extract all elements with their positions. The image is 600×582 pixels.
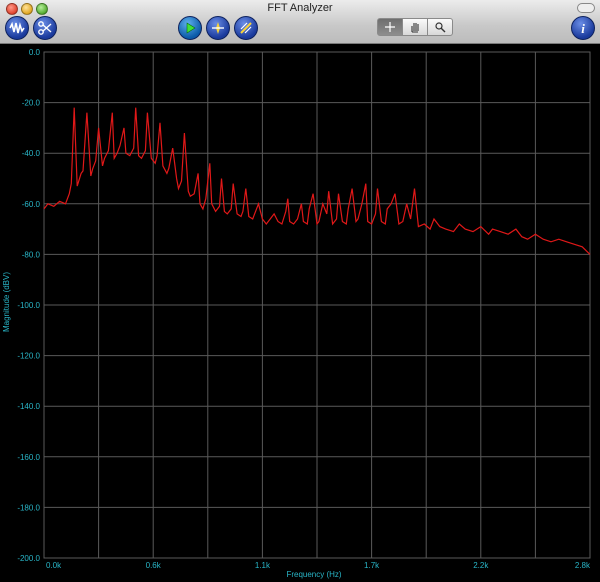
- tick-labels: 0.0 -20.0 -40.0 -60.0 -80.0 -100.0 -120.0 -140.…: [17, 48, 591, 570]
- info-icon: i: [581, 21, 585, 36]
- y-tick-label: -60.0: [22, 200, 41, 209]
- title-bar: FFT Analyzer i: [0, 0, 600, 44]
- zoom-tool[interactable]: [427, 18, 453, 36]
- play-icon: [186, 22, 196, 34]
- y-axis-label: Magnitude (dBV): [2, 272, 11, 332]
- hand-icon: [411, 23, 419, 33]
- crosshair-icon: [385, 22, 395, 32]
- window-title: FFT Analyzer: [267, 2, 333, 14]
- crosshair-target-icon: [212, 22, 224, 34]
- x-tick-label: 2.2k: [473, 561, 489, 570]
- sweep-button[interactable]: [234, 16, 258, 40]
- x-tick-label: 1.1k: [255, 561, 271, 570]
- sweep-icon: [240, 22, 252, 34]
- x-tick-label: 1.7k: [364, 561, 380, 570]
- scissors-icon: [38, 21, 52, 35]
- y-tick-label: -180.0: [17, 503, 40, 512]
- y-tick-label: -160.0: [17, 453, 40, 462]
- marker-button[interactable]: [206, 16, 230, 40]
- y-tick-label: 0.0: [29, 48, 41, 57]
- y-tick-label: -200.0: [17, 554, 40, 563]
- info-button[interactable]: i: [571, 16, 595, 40]
- x-tick-label: 0.0k: [46, 561, 62, 570]
- x-tick-label: 2.8k: [575, 561, 591, 570]
- fft-spectrum-chart[interactable]: 0.0 -20.0 -40.0 -60.0 -80.0 -100.0 -120.0 -140.…: [0, 44, 600, 582]
- y-tick-label: -20.0: [22, 99, 41, 108]
- y-tick-label: -140.0: [17, 402, 40, 411]
- scissors-button[interactable]: [33, 16, 57, 40]
- toolbar-toggle-button[interactable]: [577, 3, 595, 13]
- waveform-icon: [9, 21, 25, 34]
- play-button[interactable]: [178, 16, 202, 40]
- svg-text:i: i: [581, 21, 585, 36]
- zoom-icon: [435, 22, 446, 33]
- crosshair-tool[interactable]: [377, 18, 403, 36]
- y-tick-label: -100.0: [17, 301, 40, 310]
- y-tick-label: -40.0: [22, 149, 41, 158]
- waveform-button[interactable]: [5, 16, 29, 40]
- x-axis-label: Frequency (Hz): [286, 570, 341, 579]
- y-tick-label: -80.0: [22, 250, 41, 259]
- fft-analyzer-window: FFT Analyzer i 0.0 -20.0 -40.0 -60.0 -80…: [0, 0, 600, 582]
- grid-lines: [43, 51, 591, 559]
- y-tick-label: -120.0: [17, 352, 40, 361]
- pan-tool[interactable]: [402, 18, 428, 36]
- x-tick-label: 0.6k: [146, 561, 162, 570]
- plot-area[interactable]: 0.0 -20.0 -40.0 -60.0 -80.0 -100.0 -120.0 -140.…: [0, 44, 600, 582]
